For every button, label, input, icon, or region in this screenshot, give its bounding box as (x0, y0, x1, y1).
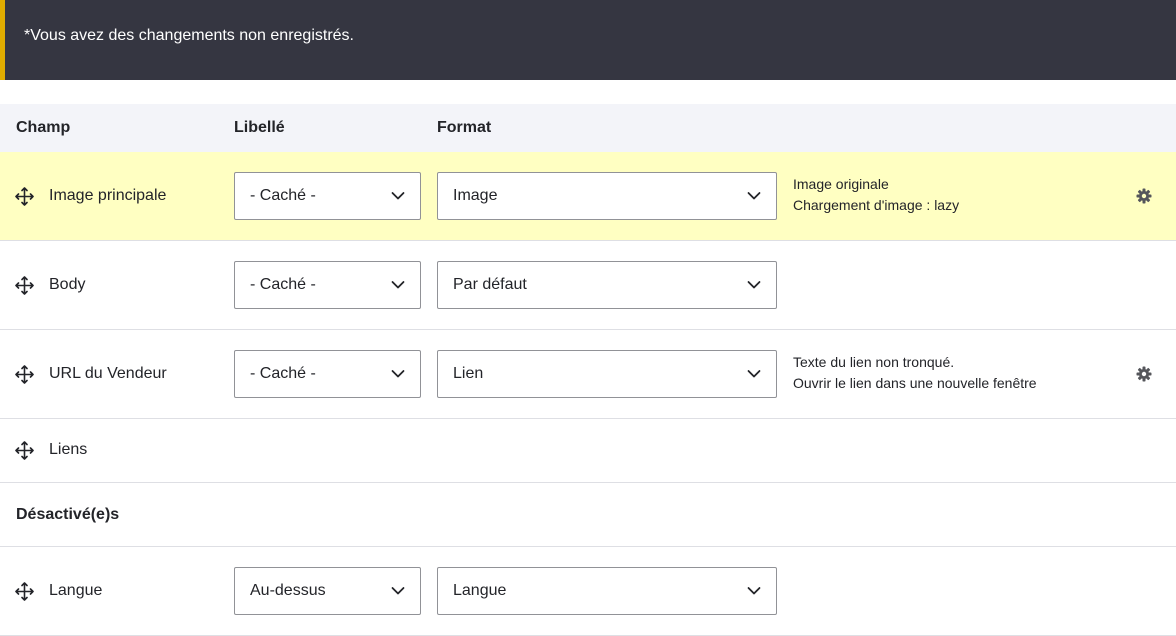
gear-icon[interactable] (1136, 188, 1152, 204)
table-row: Image principale - Caché - Image Image o… (0, 152, 1176, 241)
table-row: URL du Vendeur - Caché - Lien Texte du l… (0, 330, 1176, 419)
format-select[interactable]: Par défaut (437, 261, 777, 309)
warning-message: *Vous avez des changements non enregistr… (24, 27, 354, 44)
drag-handle-icon[interactable] (15, 365, 34, 384)
format-select-value: Langue (453, 582, 507, 599)
format-select[interactable]: Image (437, 172, 777, 220)
table-row: Body - Caché - Par défaut (0, 241, 1176, 330)
summary-line: Ouvrir le lien dans une nouvelle fenêtre (793, 375, 1037, 391)
drag-handle-icon[interactable] (15, 276, 34, 295)
column-header-field: Champ (16, 119, 71, 136)
column-header-format: Format (437, 119, 492, 136)
chevron-down-icon (391, 370, 405, 378)
field-name: Image principale (49, 187, 167, 204)
summary-line: Texte du lien non tronqué. (793, 354, 955, 370)
field-name: Langue (49, 582, 103, 599)
label-select-value: - Caché - (250, 187, 316, 204)
chevron-down-icon (747, 192, 761, 200)
label-select[interactable]: - Caché - (234, 172, 421, 220)
unsaved-changes-warning: *Vous avez des changements non enregistr… (0, 0, 1176, 80)
label-select-value: - Caché - (250, 276, 316, 293)
gear-icon[interactable] (1136, 366, 1152, 382)
label-select[interactable]: - Caché - (234, 261, 421, 309)
label-select-value: Au-dessus (250, 582, 326, 599)
chevron-down-icon (747, 587, 761, 595)
field-name: Liens (49, 441, 88, 458)
label-select-value: - Caché - (250, 365, 316, 382)
summary-line: Chargement d'image : lazy (793, 197, 960, 213)
field-name: URL du Vendeur (49, 365, 167, 382)
format-select[interactable]: Langue (437, 567, 777, 615)
table-row: Langue Au-dessus Langue (0, 547, 1176, 636)
table-row: Liens (0, 419, 1176, 483)
drag-handle-icon[interactable] (15, 187, 34, 206)
label-select[interactable]: - Caché - (234, 350, 421, 398)
summary-line: Image originale (793, 176, 889, 192)
format-summary: Texte du lien non tronqué. Ouvrir le lie… (793, 352, 1037, 394)
format-select[interactable]: Lien (437, 350, 777, 398)
chevron-down-icon (391, 587, 405, 595)
label-select[interactable]: Au-dessus (234, 567, 421, 615)
format-summary: Image originale Chargement d'image : laz… (793, 174, 959, 216)
chevron-down-icon (747, 281, 761, 289)
region-title-row: Désactivé(e)s (0, 483, 1176, 547)
chevron-down-icon (391, 192, 405, 200)
format-select-value: Image (453, 187, 498, 204)
drag-handle-icon[interactable] (15, 582, 34, 601)
chevron-down-icon (391, 281, 405, 289)
region-title: Désactivé(e)s (16, 506, 120, 523)
format-select-value: Par défaut (453, 276, 527, 293)
field-name: Body (49, 276, 86, 293)
drag-handle-icon[interactable] (15, 441, 34, 460)
column-header-label: Libellé (234, 119, 285, 136)
table-header: Champ Libellé Format (0, 104, 1176, 152)
chevron-down-icon (747, 370, 761, 378)
format-select-value: Lien (453, 365, 484, 382)
